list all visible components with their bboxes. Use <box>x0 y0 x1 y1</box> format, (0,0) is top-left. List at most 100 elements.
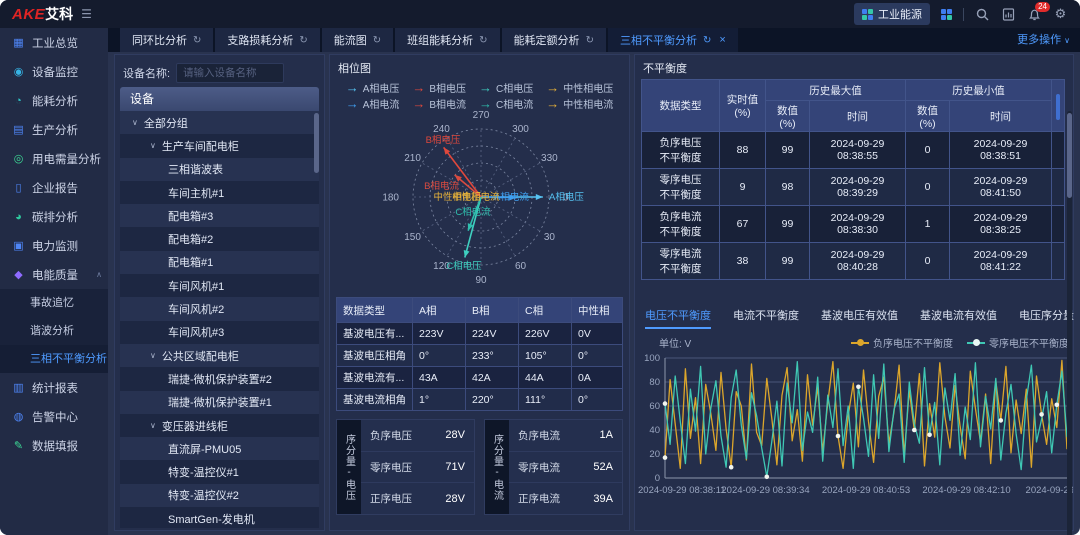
table-row[interactable]: 基波电压相角0°233°105°0° <box>337 345 623 367</box>
table-row[interactable]: 负序电压 不平衡度88992024-09-29 08:38:5502024-09… <box>642 132 1065 169</box>
refresh-icon[interactable]: ↻ <box>479 35 487 46</box>
sidebar-item-carbon-analysis[interactable]: ◕碳排分析 <box>0 202 108 231</box>
seq-label: 负序电流 <box>518 428 560 443</box>
imbalance-chart-tabs: 电压不平衡度电流不平衡度基波电压有效值基波电流有效值电压序分量电流序分量 <box>645 307 1080 329</box>
settings-gear-icon[interactable]: ⚙ <box>1053 7 1068 22</box>
table-row[interactable]: 基波电流相角1°220°111°0° <box>337 389 623 411</box>
sidebar-item-three-phase-imbalance[interactable]: 三相不平衡分析 <box>0 345 108 373</box>
sidebar-item-alarm-center[interactable]: ◍告警中心 <box>0 402 108 431</box>
sidebar-submenu: 事故追忆谐波分析三相不平衡分析 <box>0 289 108 373</box>
tree-leaf-row[interactable]: 特变-温控仪#1 <box>120 460 319 483</box>
tree-group-row[interactable]: ∨变压器进线柜 <box>120 414 319 437</box>
sidebar-item-harmonic-analysis[interactable]: 谐波分析 <box>0 317 108 345</box>
tab-label: 支路损耗分析 <box>227 32 293 48</box>
tab-team-energy[interactable]: 班组能耗分析↻ <box>395 28 499 52</box>
svg-text:80: 80 <box>649 377 660 388</box>
cell: 9 <box>720 169 766 206</box>
more-actions-button[interactable]: 更多操作 ∨ <box>1017 31 1070 47</box>
sidebar-item-energy-analysis[interactable]: ◔能耗分析 <box>0 86 108 115</box>
tree-node-label: 瑞捷-微机保护装置#1 <box>168 394 272 410</box>
device-tree-header: 设备 <box>120 87 319 111</box>
column-header: 数据类型 <box>337 298 413 323</box>
svg-text:60: 60 <box>649 401 660 412</box>
table-scrollbar[interactable] <box>1052 80 1065 132</box>
tree-leaf-row[interactable]: 车间主机#1 <box>120 181 319 204</box>
tree-leaf-row[interactable]: 瑞捷-微机保护装置#1 <box>120 391 319 414</box>
panel-scrollbar-thumb[interactable] <box>1067 113 1072 198</box>
tree-group-row[interactable]: ∨公共区域配电柜 <box>120 344 319 367</box>
tab-three-phase-imbalance[interactable]: 三相不平衡分析↻× <box>608 28 738 52</box>
tree-scrollbar-thumb[interactable] <box>314 113 319 173</box>
close-icon[interactable]: × <box>719 34 725 46</box>
chart-tab-voltage-imbalance[interactable]: 电压不平衡度 <box>645 307 711 329</box>
sidebar-item-power-quality[interactable]: ◆电能质量∧ <box>0 260 108 289</box>
tree-leaf-row[interactable]: 特变-温控仪#2 <box>120 484 319 507</box>
collapse-menu-icon[interactable]: ☰ <box>81 7 92 21</box>
refresh-icon[interactable]: ↻ <box>373 35 381 46</box>
tree-leaf-row[interactable]: 直流屏-PMU05 <box>120 437 319 460</box>
sidebar-item-enterprise-report[interactable]: ▯企业报告 <box>0 173 108 202</box>
table-row[interactable]: 零序电流 不平衡度38992024-09-29 08:40:2802024-09… <box>642 243 1065 280</box>
tree-group-row[interactable]: ∨全部分组 <box>120 111 319 134</box>
tree-leaf-row[interactable]: 配电箱#3 <box>120 204 319 227</box>
chevron-down-icon[interactable]: ∨ <box>150 421 156 430</box>
tab-branch-loss[interactable]: 支路损耗分析 ↻ <box>215 28 319 52</box>
panel-scrollbar[interactable] <box>1067 111 1072 535</box>
sidebar-item-device-monitor[interactable]: ◉设备监控 <box>0 57 108 86</box>
tab-energy-quota[interactable]: 能耗定额分析↻ <box>502 28 606 52</box>
sidebar-item-data-entry[interactable]: ✎数据填报 <box>0 431 108 460</box>
sidebar-item-demand-analysis[interactable]: ◎用电需量分析 <box>0 144 108 173</box>
tree-group-row[interactable]: ∨ 生产车间配电柜 <box>120 134 319 157</box>
sidebar-item-power-monitor[interactable]: ▣电力监测 <box>0 231 108 260</box>
tree-leaf-row[interactable]: 车间风机#1 <box>120 274 319 297</box>
device-panel: 设备名称: 设备 ∨全部分组∨生产车间配电柜三相谐波表车间主机#1配电箱#3配电… <box>114 54 325 531</box>
sidebar-item-overview[interactable]: ▦工业总览 <box>0 28 108 57</box>
table-row[interactable]: 负序电流 不平衡度67992024-09-29 08:38:3012024-09… <box>642 206 1065 243</box>
cell: 基波电流相角 <box>337 389 413 411</box>
tree-leaf-row[interactable]: 车间风机#2 <box>120 297 319 320</box>
refresh-icon[interactable]: ↻ <box>193 35 201 46</box>
chevron-down-icon[interactable]: ∨ <box>132 118 138 127</box>
chart-tab-current-imbalance[interactable]: 电流不平衡度 <box>733 307 799 329</box>
search-icon[interactable] <box>975 7 990 22</box>
tree-node-label: 车间风机#2 <box>168 301 224 317</box>
cell: 0 <box>906 169 950 206</box>
tree-node-label: 生产车间配电柜 <box>162 138 239 154</box>
carbon-analysis-icon: ◕ <box>12 211 25 223</box>
device-search-input[interactable] <box>176 63 284 83</box>
tab-energy-flow[interactable]: 能流图↻ <box>322 28 393 52</box>
table-header-row: 数据类型A相B相C相中性相 <box>337 298 623 323</box>
tree-leaf-row[interactable]: 配电箱#1 <box>120 251 319 274</box>
workspace-button[interactable]: 工业能源 <box>854 3 930 25</box>
alarm-bell-icon[interactable]: 24 <box>1027 7 1042 22</box>
tree-leaf-row[interactable]: 车间风机#3 <box>120 321 319 344</box>
refresh-icon[interactable]: ↻ <box>703 35 711 46</box>
sidebar-item-accident-recall[interactable]: 事故追忆 <box>0 289 108 317</box>
table-row[interactable]: 零序电压 不平衡度9982024-09-29 08:39:2902024-09-… <box>642 169 1065 206</box>
cell: 2024-09-29 08:38:25 <box>950 206 1052 243</box>
table-row[interactable]: 基波电流有...43A42A44A0A <box>337 367 623 389</box>
report-icon[interactable] <box>1001 7 1016 22</box>
cell: 基波电压有... <box>337 323 413 345</box>
app-window: AKE艾科 ☰ 工业能源 24 ⚙ <box>0 0 1080 535</box>
chart-tab-fund-voltage-rms[interactable]: 基波电压有效值 <box>821 307 898 329</box>
chevron-down-icon[interactable]: ∨ <box>150 141 156 150</box>
sidebar-item-stat-report[interactable]: ▥统计报表 <box>0 373 108 402</box>
refresh-icon[interactable]: ↻ <box>299 35 307 46</box>
app-switcher-icon[interactable] <box>941 9 952 20</box>
alarm-center-icon: ◍ <box>12 410 25 423</box>
refresh-icon[interactable]: ↻ <box>586 35 594 46</box>
chevron-down-icon[interactable]: ∨ <box>150 351 156 360</box>
chart-tab-fund-current-rms[interactable]: 基波电流有效值 <box>920 307 997 329</box>
sidebar-item-production-analysis[interactable]: ▤生产分析 <box>0 115 108 144</box>
table-row[interactable]: 基波电压有...223V224V226V0V <box>337 323 623 345</box>
tree-leaf-row[interactable]: 配电箱#2 <box>120 227 319 250</box>
tree-leaf-row[interactable]: 瑞捷-微机保护装置#2 <box>120 367 319 390</box>
tree-leaf-row[interactable]: SmartGen-发电机 <box>120 507 319 528</box>
cell: 43A <box>413 367 466 389</box>
chart-tab-voltage-seq[interactable]: 电压序分量 <box>1019 307 1074 329</box>
tree-leaf-row[interactable]: 三相谐波表 <box>120 158 319 181</box>
tree-node-label: 瑞捷-微机保护装置#2 <box>168 371 272 387</box>
column-group-header: 历史最小值 <box>906 80 1052 101</box>
tab-yoy-analysis[interactable]: 同环比分析↻ <box>120 28 213 52</box>
